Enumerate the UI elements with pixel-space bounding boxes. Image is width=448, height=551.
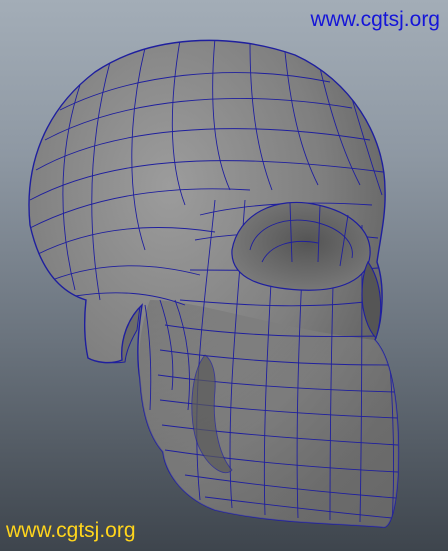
watermark-bottom: www.cgtsj.org	[6, 519, 136, 542]
watermark-top: www.cgtsj.org	[310, 8, 440, 31]
skull-wireframe-model[interactable]	[0, 0, 448, 551]
3d-viewport[interactable]: www.cgtsj.org www.cgtsj.org	[0, 0, 448, 551]
